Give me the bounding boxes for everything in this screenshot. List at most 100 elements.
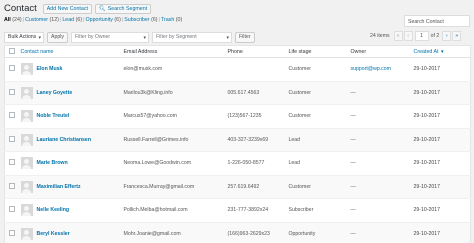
row-checkbox[interactable] bbox=[9, 65, 15, 72]
status-filters: All (24) | Customer (12) | Lead (6) | Oppor… bbox=[4, 17, 183, 23]
filter-by-owner-select[interactable]: Filter by Owner ▾ bbox=[70, 31, 149, 43]
first-page-button[interactable]: « bbox=[393, 31, 403, 41]
current-page-input[interactable]: 1 bbox=[414, 31, 429, 41]
avatar bbox=[20, 180, 33, 193]
pagination: 24 items « ‹ 1 of 2 › » bbox=[370, 31, 462, 41]
filter-opportunity[interactable]: Opportunity (6) bbox=[86, 17, 121, 23]
life-stage-cell: Customer bbox=[286, 175, 349, 199]
bulk-actions-select[interactable]: Bulk Actions ▾ bbox=[4, 31, 44, 43]
owner-link[interactable]: support@wp.com bbox=[351, 66, 391, 72]
header: Contact Add New Contact 🔍︎ Search Segmen… bbox=[4, 3, 154, 14]
email-cell: Pollich.Melba@hotmail.com bbox=[121, 198, 226, 223]
contact-name-link[interactable]: Elon Musk bbox=[37, 66, 63, 72]
email-cell: Neoma.Lowe@Goodwin.com bbox=[121, 151, 226, 176]
column-phone: Phone bbox=[225, 45, 287, 58]
sort-desc-icon: ▼ bbox=[440, 48, 445, 54]
created-at-cell: 29-10-2017 bbox=[411, 128, 471, 152]
items-count: 24 items bbox=[370, 33, 390, 39]
contact-name-link[interactable]: Noble Treutel bbox=[37, 113, 70, 119]
avatar bbox=[20, 86, 33, 99]
phone-cell: (166)963-2629x23 bbox=[225, 222, 287, 243]
created-at-cell: 29-10-2017 bbox=[411, 222, 471, 243]
filter-button[interactable]: Filter bbox=[234, 31, 255, 43]
table-row: Nelle Keeling Pollich.Melba@hotmail.com … bbox=[4, 198, 471, 223]
select-all-cell bbox=[4, 45, 19, 58]
avatar bbox=[20, 157, 33, 170]
filter-subscriber[interactable]: Subscriber (6) bbox=[124, 17, 157, 23]
email-cell: Marilou3k@Kling.info bbox=[121, 81, 226, 105]
apply-button[interactable]: Apply bbox=[47, 31, 68, 43]
phone-cell bbox=[225, 57, 287, 82]
avatar bbox=[20, 204, 33, 217]
prev-page-button[interactable]: ‹ bbox=[403, 31, 413, 41]
row-checkbox[interactable] bbox=[9, 88, 15, 95]
life-stage-cell: Customer bbox=[286, 104, 349, 129]
select-all-checkbox[interactable] bbox=[9, 47, 15, 54]
avatar bbox=[20, 110, 33, 123]
created-at-cell: 29-10-2017 bbox=[411, 57, 471, 82]
chevron-down-icon: ▾ bbox=[38, 34, 41, 41]
last-page-button[interactable]: » bbox=[452, 31, 462, 41]
owner-cell: — bbox=[348, 222, 412, 243]
next-page-button[interactable]: › bbox=[442, 31, 452, 41]
life-stage-cell: Customer bbox=[286, 57, 349, 82]
chevron-down-icon: ▾ bbox=[226, 34, 229, 41]
avatar bbox=[20, 133, 33, 146]
filter-all[interactable]: All (24) bbox=[4, 17, 22, 23]
contact-name-link[interactable]: Marie Brown bbox=[37, 160, 68, 166]
table-row: Noble Treutel Marcus57@yahoo.com (123)56… bbox=[4, 104, 471, 129]
contact-name-link[interactable]: Lauriane Christiansen bbox=[37, 137, 91, 143]
created-at-cell: 29-10-2017 bbox=[411, 104, 471, 129]
table-row: Elon Musk elon@musk.com Customer support… bbox=[4, 57, 471, 82]
contact-name-link[interactable]: Laney Goyette bbox=[37, 90, 73, 96]
column-life-stage: Life stage bbox=[286, 45, 349, 58]
created-at-cell: 29-10-2017 bbox=[411, 175, 471, 199]
table-row: Maximilian Effertz Francesca.Murray@gmai… bbox=[4, 175, 471, 199]
email-cell: Russell.Farrell@Grimes.info bbox=[121, 128, 226, 152]
avatar bbox=[20, 227, 33, 240]
contact-name-link[interactable]: Nelle Keeling bbox=[37, 207, 70, 213]
table-row: Beryl Kessler Mohr.Joanie@gmail.com (166… bbox=[4, 222, 471, 243]
column-owner: Owner bbox=[348, 45, 412, 58]
filter-customer[interactable]: Customer (12) bbox=[25, 17, 59, 23]
life-stage-cell: Lead bbox=[286, 128, 349, 152]
phone-cell: 005.617.4563 bbox=[225, 81, 287, 105]
table-row: Laney Goyette Marilou3k@Kling.info 005.6… bbox=[4, 81, 471, 105]
row-checkbox[interactable] bbox=[9, 182, 15, 189]
search-segment-button[interactable]: 🔍︎ Search Segment bbox=[94, 3, 152, 14]
owner-cell: — bbox=[348, 128, 412, 152]
life-stage-cell: Lead bbox=[286, 151, 349, 176]
row-checkbox[interactable] bbox=[9, 159, 15, 166]
owner-cell: — bbox=[348, 151, 412, 176]
phone-cell: (123)567-1235 bbox=[225, 104, 287, 129]
row-checkbox[interactable] bbox=[9, 112, 15, 119]
column-email: Email Address bbox=[121, 45, 226, 58]
email-cell: Mohr.Joanie@gmail.com bbox=[121, 222, 226, 243]
table-row: Lauriane Christiansen Russell.Farrell@Gr… bbox=[4, 128, 471, 152]
search-segment-label: Search Segment bbox=[107, 5, 148, 12]
filter-trash[interactable]: Trash (0) bbox=[161, 17, 182, 23]
contacts-table: Contact name Email Address Phone Life st… bbox=[4, 45, 471, 243]
row-checkbox[interactable] bbox=[9, 206, 15, 213]
column-contact-name[interactable]: Contact name bbox=[18, 45, 122, 58]
contact-name-link[interactable]: Beryl Kessler bbox=[37, 231, 70, 237]
phone-cell: 403-327-3239x69 bbox=[225, 128, 287, 152]
add-new-contact-button[interactable]: Add New Contact bbox=[42, 3, 92, 14]
search-contact-input[interactable]: Search Contact bbox=[404, 15, 470, 27]
life-stage-cell: Opportunity bbox=[286, 222, 349, 243]
search-icon: 🔍︎ bbox=[98, 5, 106, 12]
row-checkbox[interactable] bbox=[9, 135, 15, 142]
page-total: of 2 bbox=[430, 33, 440, 39]
filter-by-segment-select[interactable]: Filter by Segment ▾ bbox=[151, 31, 232, 43]
created-at-cell: 29-10-2017 bbox=[411, 151, 471, 176]
filter-lead[interactable]: Lead (6) bbox=[62, 17, 82, 23]
owner-cell: — bbox=[348, 175, 412, 199]
contact-name-link[interactable]: Maximilian Effertz bbox=[37, 184, 81, 190]
row-checkbox[interactable] bbox=[9, 229, 15, 236]
phone-cell: 231-777-3892x24 bbox=[225, 198, 287, 223]
email-cell: elon@musk.com bbox=[121, 57, 226, 82]
phone-cell: 1-226-050-8577 bbox=[225, 151, 287, 176]
avatar bbox=[20, 63, 33, 76]
add-new-contact-label: Add New Contact bbox=[46, 5, 88, 12]
column-created-at[interactable]: Created At ▼ bbox=[411, 45, 471, 58]
